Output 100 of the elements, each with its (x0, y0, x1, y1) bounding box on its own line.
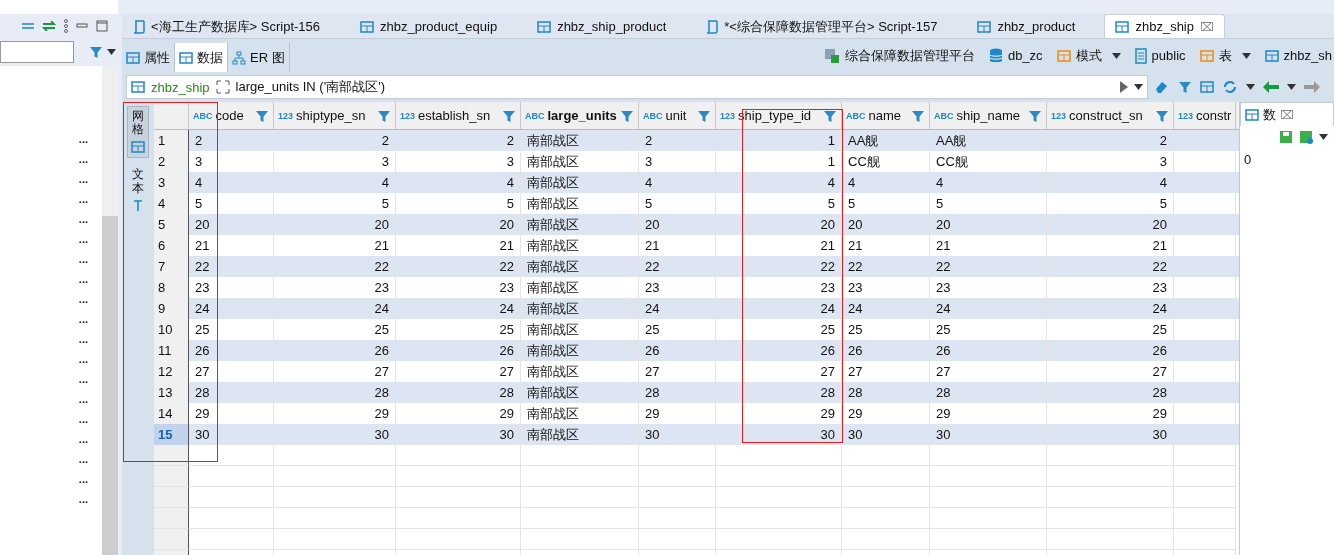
side-tab[interactable]: 网格 (127, 106, 149, 159)
filter-icon[interactable] (697, 108, 711, 123)
row-number[interactable] (154, 487, 189, 508)
filter-icon[interactable] (1028, 108, 1042, 123)
breadcrumb-link[interactable]: public (1151, 48, 1186, 63)
row-number[interactable]: 13 (154, 382, 189, 404)
more-icon[interactable] (64, 19, 68, 33)
row-number[interactable] (154, 529, 189, 550)
tree-item[interactable]: ... (78, 392, 88, 412)
row-number[interactable]: 2 (154, 151, 189, 173)
scrollbar[interactable] (102, 66, 118, 555)
tree-item[interactable]: ... (78, 492, 88, 512)
editor-tab[interactable]: zhbz_ship ⌧ (1104, 14, 1225, 38)
tree-item[interactable]: ... (78, 192, 88, 212)
editor-tab[interactable]: <海工生产数据库> Script-156 (122, 14, 332, 38)
table-row[interactable]: 6 21 21 21 南部战区 21 21 21 21 21 (154, 235, 1239, 256)
editor-tab[interactable]: *<综合保障数据管理平台> Script-157 (695, 14, 949, 38)
table-row[interactable]: 12 27 27 27 南部战区 27 27 27 27 27 (154, 361, 1239, 382)
view-tab[interactable]: 数据 (175, 43, 228, 72)
filter-field[interactable]: zhbz_ship large_units IN ('南部战区') (126, 75, 1148, 99)
column-header[interactable]: ABC name (842, 102, 930, 129)
tree-item[interactable]: ... (78, 272, 88, 292)
breadcrumb-link[interactable]: zhbz_sh (1283, 48, 1332, 63)
side-tab[interactable]: 文本 (127, 164, 149, 217)
tree-item[interactable]: ... (78, 152, 88, 172)
filter-icon[interactable] (502, 108, 516, 123)
tree-item[interactable]: ... (78, 432, 88, 452)
minimize-icon[interactable] (76, 21, 88, 31)
caret-icon[interactable] (1241, 52, 1251, 59)
caret-icon[interactable] (1287, 84, 1296, 90)
back-arrow-icon[interactable] (1263, 81, 1279, 93)
filter-icon[interactable] (1155, 108, 1169, 123)
tree-item[interactable]: ... (78, 252, 88, 272)
table-row[interactable]: 7 22 22 22 南部战区 22 22 22 22 22 (154, 256, 1239, 277)
row-number[interactable] (154, 466, 189, 487)
search-field[interactable] (0, 41, 74, 63)
tree-item[interactable]: ... (78, 172, 88, 192)
breadcrumb-link[interactable]: db_zc (1007, 48, 1043, 63)
link-arrows-icon[interactable] (42, 21, 56, 31)
filter-icon[interactable] (620, 108, 634, 123)
row-number[interactable]: 10 (154, 319, 189, 341)
caret-icon[interactable] (1246, 84, 1255, 90)
column-header[interactable]: 123 establish_sn (396, 102, 521, 129)
row-number[interactable]: 5 (154, 214, 189, 236)
play-icon[interactable] (1120, 81, 1128, 93)
breadcrumb-link[interactable]: 表 (1218, 46, 1251, 65)
filter-icon[interactable] (255, 108, 269, 123)
table-row[interactable]: 2 3 3 3 南部战区 3 1 CC舰 CC舰 3 (154, 151, 1239, 172)
forward-arrow-icon[interactable] (1304, 81, 1320, 93)
breadcrumb-link[interactable]: 模式 (1075, 46, 1121, 65)
table-row[interactable]: 9 24 24 24 南部战区 24 24 24 24 24 (154, 298, 1239, 319)
editor-tab[interactable]: zhbz_product (966, 14, 1087, 38)
filter-icon[interactable] (911, 108, 925, 123)
table-row[interactable]: 13 28 28 28 南部战区 28 28 28 28 28 (154, 382, 1239, 403)
table-row[interactable]: 8 23 23 23 南部战区 23 23 23 23 23 (154, 277, 1239, 298)
tree-item[interactable]: ... (78, 472, 88, 492)
column-header[interactable]: 123 construct_sn (1047, 102, 1174, 129)
save-icon[interactable] (1279, 130, 1293, 144)
filter-icon[interactable] (823, 108, 837, 123)
filter-icon[interactable] (377, 108, 391, 123)
editor-tab[interactable]: zhbz_ship_product (526, 14, 678, 38)
column-header[interactable]: 123 shiptype_sn (274, 102, 396, 129)
tree-item[interactable]: ... (78, 452, 88, 472)
save-as-icon[interactable] (1299, 130, 1313, 144)
column-header[interactable]: ABC large_units (521, 102, 639, 129)
tree-item[interactable]: ... (78, 292, 88, 312)
column-header[interactable]: ABC ship_name (930, 102, 1047, 129)
tree-item[interactable]: ... (78, 212, 88, 232)
caret-icon[interactable] (1134, 84, 1143, 90)
row-number[interactable]: 8 (154, 277, 189, 299)
tree-item[interactable]: ... (78, 232, 88, 252)
row-number[interactable]: 4 (154, 193, 189, 215)
editor-tab[interactable]: zhbz_product_equip (349, 14, 509, 38)
row-number[interactable]: 6 (154, 235, 189, 257)
maximize-icon[interactable] (96, 20, 108, 32)
table-row[interactable]: 1 2 2 2 南部战区 2 1 AA舰 AA舰 2 (154, 130, 1239, 151)
row-number[interactable] (154, 508, 189, 529)
collapse-icon[interactable] (22, 22, 34, 30)
row-number[interactable]: 1 (154, 130, 189, 152)
row-number[interactable]: 15 (154, 424, 189, 446)
table-row[interactable]: 10 25 25 25 南部战区 25 25 25 25 25 (154, 319, 1239, 340)
row-number[interactable]: 9 (154, 298, 189, 320)
table-row[interactable]: 5 20 20 20 南部战区 20 20 20 20 20 (154, 214, 1239, 235)
row-number[interactable] (154, 445, 189, 466)
caret-icon[interactable] (1319, 134, 1328, 140)
tree-item[interactable]: ... (78, 412, 88, 432)
tree-item[interactable]: ... (78, 132, 88, 152)
filter-icon[interactable] (1178, 80, 1192, 94)
row-number[interactable]: 11 (154, 340, 189, 362)
table-row[interactable]: 4 5 5 5 南部战区 5 5 5 5 5 (154, 193, 1239, 214)
breadcrumb-link[interactable]: 综合保障数据管理平台 (844, 46, 975, 65)
panel-tab[interactable]: 数 ⌧ (1240, 102, 1334, 126)
caret-icon[interactable] (1111, 52, 1121, 59)
expand-icon[interactable] (215, 80, 230, 94)
row-number[interactable]: 3 (154, 172, 189, 194)
table-row[interactable]: 3 4 4 4 南部战区 4 4 4 4 4 (154, 172, 1239, 193)
tree-item[interactable]: ... (78, 312, 88, 332)
row-number[interactable]: 7 (154, 256, 189, 278)
tree-item[interactable]: ... (78, 372, 88, 392)
tree-item[interactable]: ... (78, 332, 88, 352)
